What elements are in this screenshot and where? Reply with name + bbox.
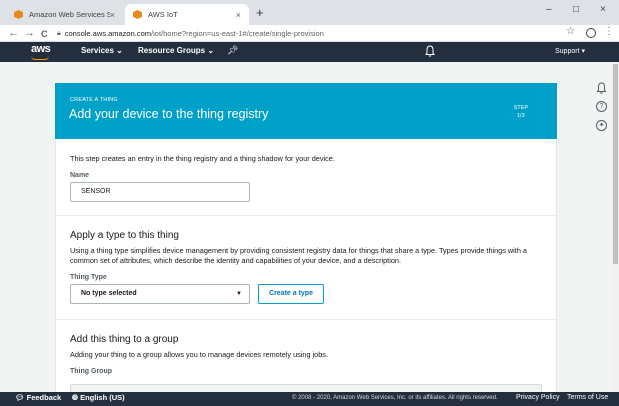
thing-group-label-wrap: Thing Group <box>56 368 556 375</box>
globe-icon: 🌐︎ <box>72 393 78 402</box>
help-icon[interactable]: ? <box>596 101 607 112</box>
intro-section: This step creates an entry in the thing … <box>56 154 556 164</box>
tab-title: AWS IoT <box>148 10 178 19</box>
url-host: console.aws.amazon.com <box>64 29 152 38</box>
group-section-description: Adding your thing to a group allows you … <box>70 350 328 359</box>
page-scrollbar[interactable] <box>612 62 619 392</box>
feedback-icon: 💬︎ <box>15 393 25 402</box>
caret-down-icon: ▼ <box>236 291 242 297</box>
aws-logo-smile <box>31 56 49 60</box>
name-label-wrap: Name <box>56 172 556 179</box>
maximize-window-icon[interactable]: □ <box>573 4 579 15</box>
support-menu[interactable]: Support ▾ <box>555 47 585 55</box>
name-input[interactable]: SENSOR <box>70 182 250 202</box>
page-title: Add your device to the thing registry <box>69 107 269 121</box>
aws-console-header: aws Services ⌄ Resource Groups ⌄ 📌︎ Supp… <box>0 42 619 62</box>
lock-icon: 🔒︎ <box>57 29 61 37</box>
step-value: 1/3 <box>516 113 525 119</box>
thing-type-select[interactable]: No type selected ▼ <box>70 284 250 304</box>
notifications-bell-icon[interactable] <box>596 82 607 95</box>
create-type-button[interactable]: Create a type <box>258 284 324 304</box>
tab-close-icon[interactable]: × <box>110 10 115 20</box>
tab-title: Amazon Web Services Sign-In <box>29 10 110 19</box>
resource-groups-menu[interactable]: Resource Groups ⌄ <box>138 46 214 55</box>
step-label: STEP <box>513 105 528 111</box>
group-section: Add this thing to a group Adding your th… <box>56 334 556 360</box>
thing-group-input[interactable] <box>70 384 542 392</box>
thing-type-label-wrap: Thing Type <box>56 274 556 281</box>
tab-aws-sign-in[interactable]: Amazon Web Services Sign-In × <box>6 4 123 25</box>
type-section-title: Apply a type to this thing <box>70 230 179 241</box>
thing-type-selected-value: No type selected <box>81 290 137 297</box>
tab-aws-iot[interactable]: AWS IoT × <box>125 4 249 25</box>
thing-group-label: Thing Group <box>70 368 112 375</box>
group-section-title: Add this thing to a group <box>70 334 179 345</box>
browser-toolbar: ← → C 🔒︎ console.aws.amazon.com/iot/home… <box>0 25 619 42</box>
wizard-header: CREATE A THING Add your device to the th… <box>55 83 557 139</box>
profile-avatar-icon[interactable] <box>586 28 596 38</box>
bell-icon[interactable] <box>425 45 435 58</box>
close-window-icon[interactable]: × <box>600 4 606 15</box>
aws-favicon-icon <box>14 10 23 19</box>
address-bar[interactable]: 🔒︎ console.aws.amazon.com/iot/home?regio… <box>57 27 582 40</box>
type-section: Apply a type to this thing Using a thing… <box>56 230 556 266</box>
compass-icon[interactable]: ✦ <box>596 120 607 131</box>
name-label: Name <box>70 172 90 179</box>
section-divider <box>56 319 556 320</box>
url-path: /iot/home?region=us-east-1#/create/singl… <box>151 29 324 38</box>
browser-menu-icon[interactable]: ⋮ <box>604 26 614 37</box>
language-label: English (US) <box>80 393 125 402</box>
console-footer: 💬︎ Feedback 🌐︎ English (US) © 2008 - 202… <box>0 392 619 406</box>
new-tab-button[interactable]: + <box>256 5 264 20</box>
section-divider <box>56 215 556 216</box>
wizard-body: This step creates an entry in the thing … <box>55 139 557 392</box>
thing-type-label: Thing Type <box>70 274 107 281</box>
privacy-policy-link[interactable]: Privacy Policy <box>516 394 560 401</box>
aws-favicon-icon <box>133 10 142 19</box>
feedback-link[interactable]: 💬︎ Feedback <box>15 393 61 402</box>
step-indicator: STEP 1/3 <box>514 104 528 120</box>
wizard-eyebrow: CREATE A THING <box>70 97 118 103</box>
copyright-text: © 2008 - 2020, Amazon Web Services, Inc.… <box>292 395 498 401</box>
browser-tab-bar: Amazon Web Services Sign-In × AWS IoT × … <box>0 0 619 25</box>
type-section-description: Using a thing type simplifies device man… <box>70 246 527 265</box>
services-menu[interactable]: Services ⌄ <box>81 46 123 55</box>
back-icon[interactable]: ← <box>8 26 19 40</box>
language-selector[interactable]: 🌐︎ English (US) <box>72 393 125 403</box>
terms-of-use-link[interactable]: Terms of Use <box>567 394 608 401</box>
scrollbar-thumb[interactable] <box>613 64 618 264</box>
aws-logo[interactable]: aws <box>31 43 51 55</box>
forward-icon[interactable]: → <box>24 26 35 40</box>
tab-close-icon[interactable]: × <box>236 10 241 20</box>
bookmark-star-icon[interactable]: ☆ <box>566 26 575 37</box>
minimize-window-icon[interactable]: – <box>546 4 552 15</box>
feedback-label: Feedback <box>26 393 62 402</box>
pin-icon[interactable]: 📌︎ <box>227 45 238 56</box>
intro-text: This step creates an entry in the thing … <box>70 154 335 163</box>
reload-icon[interactable]: C <box>41 27 48 41</box>
